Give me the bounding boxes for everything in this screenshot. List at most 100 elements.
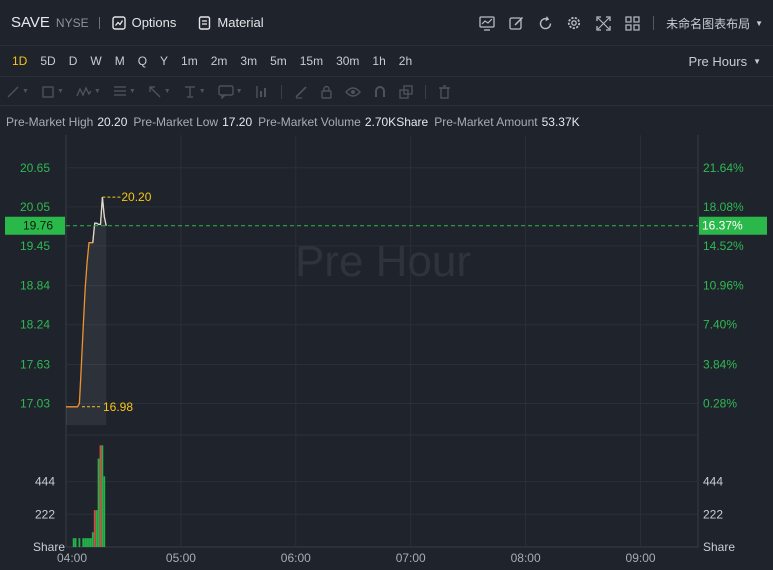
- divider: [653, 16, 655, 30]
- arrow-tool-icon[interactable]: ▼: [148, 78, 171, 106]
- time-tick-label: 06:00: [281, 551, 311, 565]
- material-label: Material: [217, 15, 264, 30]
- volume-bar: [91, 532, 94, 547]
- magnet-icon[interactable]: [373, 78, 387, 106]
- time-tick-label: 09:00: [626, 551, 656, 565]
- eye-icon[interactable]: [344, 78, 361, 106]
- premarket-low-label: Pre-Market Low: [133, 114, 219, 129]
- layout-grid-icon[interactable]: [623, 14, 641, 32]
- pattern-tool-icon[interactable]: ▼: [76, 78, 101, 106]
- timeframe-2h[interactable]: 2h: [399, 54, 412, 68]
- volume-bar: [95, 510, 98, 547]
- timeframe-d[interactable]: D: [69, 54, 78, 68]
- volume-tick-label: 444: [35, 475, 55, 489]
- price-tick-label: 18.84: [20, 279, 50, 293]
- price-tick-label: 20.65: [20, 161, 50, 175]
- price-tick-label: 18.24: [20, 318, 50, 332]
- price-tick-label: 17.63: [20, 357, 50, 371]
- premarket-info-bar: Pre-Market High 20.20 Pre-Market Low 17.…: [0, 108, 773, 135]
- pen-icon[interactable]: [294, 78, 308, 106]
- fullscreen-icon[interactable]: [594, 14, 612, 32]
- price-tick-label: 19.45: [20, 239, 50, 253]
- fibonacci-tool-icon[interactable]: ▼: [113, 78, 136, 106]
- volume-bar: [86, 538, 88, 547]
- symbol-name[interactable]: SAVE: [11, 14, 50, 31]
- trash-icon[interactable]: [438, 78, 451, 106]
- price-tick-label: 17.03: [20, 397, 50, 411]
- volume-tick-label: 222: [35, 507, 55, 521]
- timeframe-2m[interactable]: 2m: [211, 54, 228, 68]
- time-tick-label: 07:00: [396, 551, 426, 565]
- line-tool-icon[interactable]: ▼: [6, 78, 29, 106]
- volume-bar: [74, 538, 77, 547]
- price-area: [66, 197, 107, 425]
- percent-tick-label: 3.84%: [703, 357, 737, 371]
- options-label: Options: [131, 15, 177, 30]
- divider: [98, 16, 100, 29]
- gear-icon[interactable]: [565, 14, 583, 32]
- lock-icon[interactable]: [320, 78, 333, 106]
- volume-bar: [99, 445, 102, 547]
- premarket-high-label: Pre-Market High: [6, 114, 94, 129]
- caret-down-icon: ▼: [755, 18, 763, 28]
- timeframe-5d[interactable]: 5D: [40, 54, 55, 68]
- timeframe-1h[interactable]: 1h: [372, 54, 385, 68]
- edit-icon[interactable]: [507, 14, 525, 32]
- premarket-amount-label: Pre-Market Amount: [434, 114, 538, 129]
- timeframe-bar: 1D 5D D W M Q Y 1m 2m 3m 5m 15m 30m 1h 2…: [0, 46, 773, 77]
- volume-unit-label: Share: [703, 540, 735, 554]
- timeframe-15m[interactable]: 15m: [300, 54, 323, 68]
- volume-tick-label: 444: [703, 475, 723, 489]
- timeframe-1d[interactable]: 1D: [12, 54, 27, 68]
- current-percent-label: 16.37%: [702, 219, 743, 233]
- layout-name-label: 未命名图表布局: [666, 16, 751, 31]
- divider: [280, 84, 282, 99]
- percent-tick-label: 0.28%: [703, 397, 737, 411]
- drawing-toolbar: ▼ ▼ ▼ ▼ ▼ ▼ ▼: [0, 78, 773, 106]
- timeframe-y[interactable]: Y: [160, 54, 168, 68]
- timeframe-3m[interactable]: 3m: [240, 54, 257, 68]
- exchange-name: NYSE: [55, 15, 89, 30]
- price-markers: 19.76 16.37% 20.20 16.98: [5, 190, 767, 414]
- rectangle-tool-icon[interactable]: ▼: [41, 78, 64, 106]
- low-marker-label: 16.98: [103, 400, 133, 414]
- time-tick-label: 08:00: [511, 551, 541, 565]
- indicator-tool-icon[interactable]: [255, 78, 269, 106]
- premarket-high-value: 20.20: [97, 114, 128, 129]
- material-button[interactable]: Material: [198, 15, 264, 30]
- chart-watermark: Pre Hour: [295, 237, 471, 286]
- refresh-icon[interactable]: [536, 14, 554, 32]
- timeframe-m[interactable]: M: [115, 54, 125, 68]
- volume-bars: [72, 445, 106, 547]
- volume-bar: [93, 510, 96, 547]
- timeframe-5m[interactable]: 5m: [270, 54, 287, 68]
- timeframe-30m[interactable]: 30m: [336, 54, 359, 68]
- timeframe-q[interactable]: Q: [138, 54, 147, 68]
- volume-bar: [78, 538, 81, 547]
- time-tick-label: 05:00: [166, 551, 196, 565]
- volume-bar: [103, 476, 106, 547]
- volume-unit-label: Share: [33, 540, 65, 554]
- layout-selector[interactable]: 未命名图表布局 ▼: [666, 15, 763, 32]
- price-chart[interactable]: Pre Hour 19.76 16.37%20.2016.98 04:00 05:0…: [0, 135, 773, 570]
- chart-settings-icon[interactable]: [478, 14, 496, 32]
- volume-bar: [72, 538, 75, 547]
- comment-tool-icon[interactable]: ▼: [217, 78, 243, 106]
- percent-tick-label: 21.64%: [703, 161, 744, 175]
- timeframe-w[interactable]: W: [90, 54, 101, 68]
- percent-tick-label: 14.52%: [703, 239, 744, 253]
- timeframe-1m[interactable]: 1m: [181, 54, 198, 68]
- percent-tick-label: 18.08%: [703, 200, 744, 214]
- options-icon: [111, 15, 126, 30]
- session-selector[interactable]: Pre Hours ▼: [689, 46, 761, 77]
- percent-tick-label: 10.96%: [703, 279, 744, 293]
- measure-tool-icon[interactable]: ▼: [183, 78, 206, 106]
- volume-tick-label: 222: [703, 507, 723, 521]
- document-icon: [199, 15, 211, 30]
- premarket-amount-value: 53.37K: [541, 114, 580, 129]
- premarket-volume-label: Pre-Market Volume: [258, 114, 361, 129]
- options-button[interactable]: Options: [111, 15, 177, 30]
- session-label: Pre Hours: [688, 54, 748, 69]
- volume-bar: [88, 538, 90, 547]
- clone-icon[interactable]: [398, 78, 413, 106]
